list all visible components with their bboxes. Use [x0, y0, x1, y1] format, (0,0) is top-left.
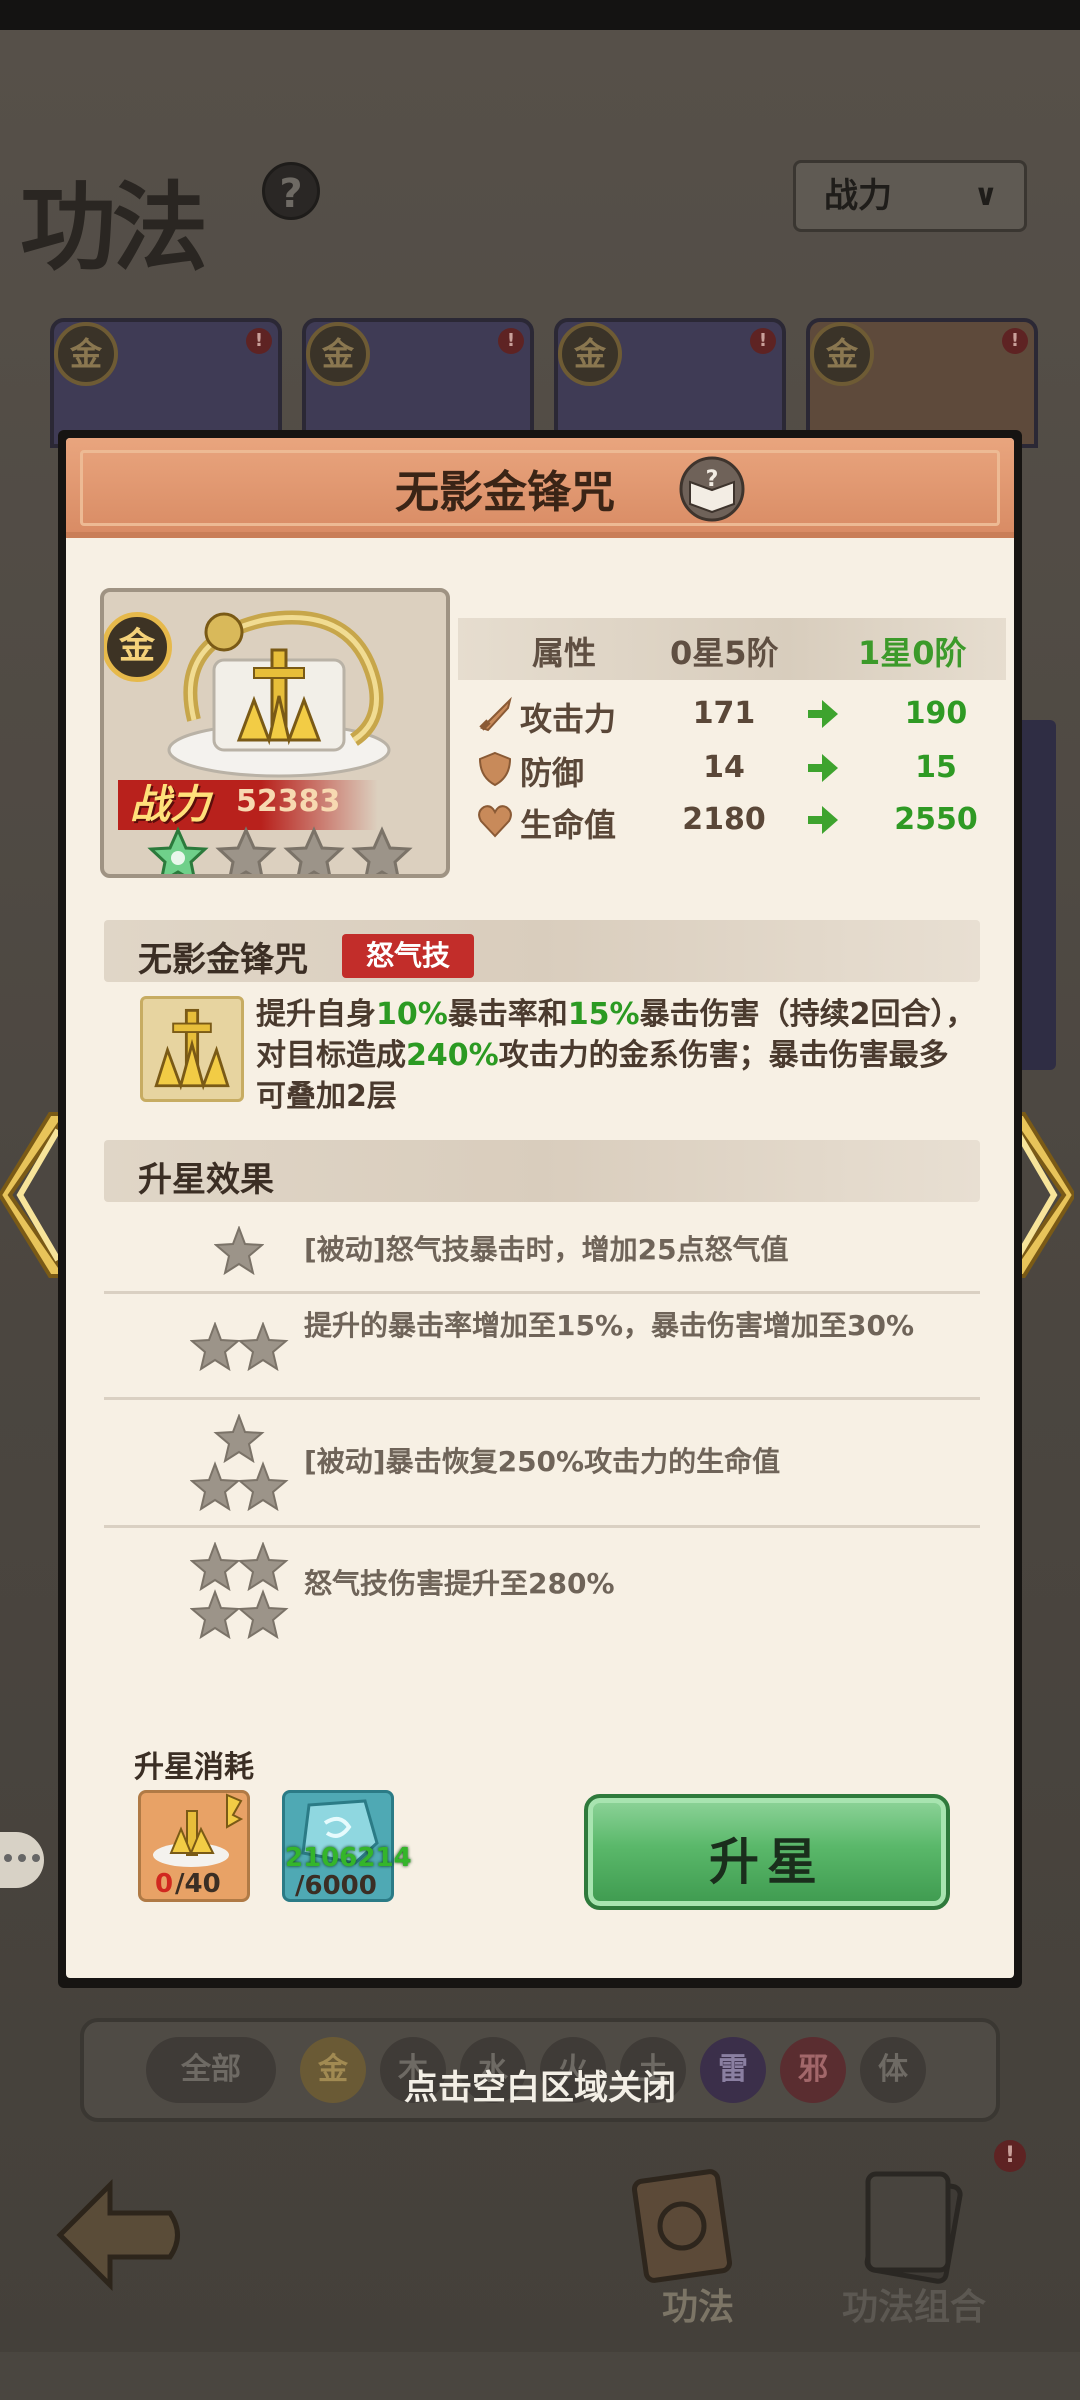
skill-description: 提升自身10%暴击率和15%暴击伤害（持续2回合），对目标造成240%攻击力的金…	[256, 994, 976, 1117]
back-arrow-icon[interactable]	[50, 2175, 190, 2295]
effect-text: [被动]怒气技暴击时，增加25点怒气值	[304, 1233, 789, 1266]
shield-icon	[478, 751, 512, 787]
star-empty-icon	[215, 826, 277, 874]
skill-book-icon[interactable]	[612, 2150, 752, 2290]
star-upgrade-button[interactable]: 升星	[584, 1794, 950, 1910]
star-effect-row: 怒气技伤害提升至280%	[104, 1528, 980, 1658]
status-bar	[0, 0, 1080, 30]
attribute-name: 攻击力	[520, 700, 617, 738]
alert-icon: !	[246, 328, 272, 354]
skill-desc-highlight: 240%	[406, 1038, 499, 1073]
cost-title: 升星消耗	[134, 1750, 254, 1785]
star-effects-title: 升星效果	[138, 1160, 274, 1200]
attribute-header: 属性 0星5阶 1星0阶	[458, 618, 1006, 680]
attribute-name: 防御	[520, 754, 585, 792]
next-level: 1星0阶	[858, 634, 967, 672]
star-empty-icon	[283, 826, 345, 874]
dialog-title: 无影金锋咒	[395, 467, 615, 518]
star-empty-icon	[351, 826, 413, 874]
cost-have: 0	[155, 1869, 174, 1899]
svg-text:?: ?	[706, 467, 719, 492]
tab-skill-combos[interactable]: 功法组合	[842, 2278, 986, 2330]
skill-desc-highlight: 15%	[567, 997, 640, 1032]
dialog-header: 无影金锋咒 ?	[66, 438, 1014, 538]
rune-stone-item[interactable]: 2106214 /6000	[282, 1790, 412, 1902]
skill-icon-frame: 金 战力 52383	[100, 588, 450, 878]
power-value: 52383	[236, 784, 341, 819]
star-effect-row: 提升的暴击率增加至15%，暴击伤害增加至30%	[104, 1294, 980, 1400]
golden-dragon-sword-icon	[167, 610, 391, 778]
skill-detail-dialog: 无影金锋咒 ? 金 战力 52383 属性 0星5阶 1星0阶 攻击力 171 …	[58, 430, 1022, 1988]
golden-sword-crown-icon	[140, 996, 244, 1102]
dragon-fragment-icon	[153, 1793, 244, 1867]
skill-combo-icon[interactable]	[842, 2150, 982, 2290]
skill-fragment-item[interactable]: 0 /40	[138, 1790, 250, 1902]
sort-dropdown[interactable]: 战力 ∨	[793, 160, 1027, 232]
rage-skill-tag: 怒气技	[342, 934, 474, 978]
grade-badge: 金	[54, 322, 118, 386]
skill-card[interactable]: 金 !	[50, 318, 282, 448]
star-effect-icon	[214, 1226, 264, 1276]
attribute-name: 生命值	[520, 806, 617, 844]
system-nav-bar	[0, 2352, 1080, 2400]
chevron-down-icon: ∨	[973, 178, 998, 213]
grade-badge: 金	[558, 322, 622, 386]
alert-icon: !	[498, 328, 524, 354]
grade-badge: 金	[104, 612, 172, 682]
star-filled-icon	[147, 826, 209, 874]
alert-icon: !	[1002, 328, 1028, 354]
effect-text: 提升的暴击率增加至15%，暴击伤害增加至30%	[304, 1309, 915, 1342]
arrow-right-icon	[808, 754, 838, 782]
tab-skills[interactable]: 功法	[662, 2278, 734, 2330]
skill-desc-highlight: 10%	[376, 997, 448, 1032]
alert-icon: !	[750, 328, 776, 354]
skill-card[interactable]: 金 !	[302, 318, 534, 448]
star-effect-row: [被动]怒气技暴击时，增加25点怒气值	[104, 1208, 980, 1294]
star-effect-row: [被动]暴击恢复250%攻击力的生命值	[104, 1400, 980, 1528]
book-info-icon[interactable]: ?	[678, 456, 746, 522]
attribute-current: 171	[692, 696, 756, 731]
skill-card[interactable]: 金 !	[806, 318, 1038, 448]
page-title: 功法	[20, 171, 208, 284]
skill-name: 无影金锋咒	[138, 940, 308, 980]
current-level: 0星5阶	[670, 634, 779, 672]
arrow-right-icon	[808, 700, 838, 728]
attribute-current: 14	[703, 750, 745, 785]
heart-icon	[478, 805, 512, 838]
attribute-next: 15	[915, 750, 957, 785]
effect-text: 怒气技伤害提升至280%	[304, 1567, 615, 1600]
skill-desc-text: 提升自身	[256, 997, 376, 1032]
star-effect-icon	[190, 1542, 289, 1640]
cost-have: 2106214	[285, 1843, 412, 1873]
skill-card[interactable]: 金 !	[554, 318, 786, 448]
cost-need: /6000	[295, 1871, 377, 1901]
attribute-label: 属性	[532, 634, 597, 672]
attribute-next: 190	[904, 696, 968, 731]
arrow-right-icon	[808, 806, 838, 834]
attribute-next: 2550	[894, 802, 978, 837]
sword-icon	[479, 696, 512, 732]
skill-desc-text: 暴击率和	[447, 997, 568, 1032]
help-icon[interactable]: ?	[262, 162, 320, 220]
star-effect-icon	[190, 1322, 289, 1372]
close-hint[interactable]: 点击空白区域关闭	[0, 2060, 1080, 2109]
power-label: 战力	[130, 781, 210, 828]
star-upgrade-label: 升星	[709, 1833, 825, 1891]
grade-badge: 金	[306, 322, 370, 386]
star-rating	[147, 826, 413, 874]
sort-dropdown-value: 战力	[824, 176, 892, 216]
cost-need: /40	[175, 1869, 221, 1899]
attribute-current: 2180	[682, 802, 766, 837]
alert-icon: !	[994, 2140, 1026, 2172]
star-effect-icon	[190, 1414, 289, 1512]
effect-text: [被动]暴击恢复250%攻击力的生命值	[304, 1445, 781, 1478]
grade-badge: 金	[810, 322, 874, 386]
